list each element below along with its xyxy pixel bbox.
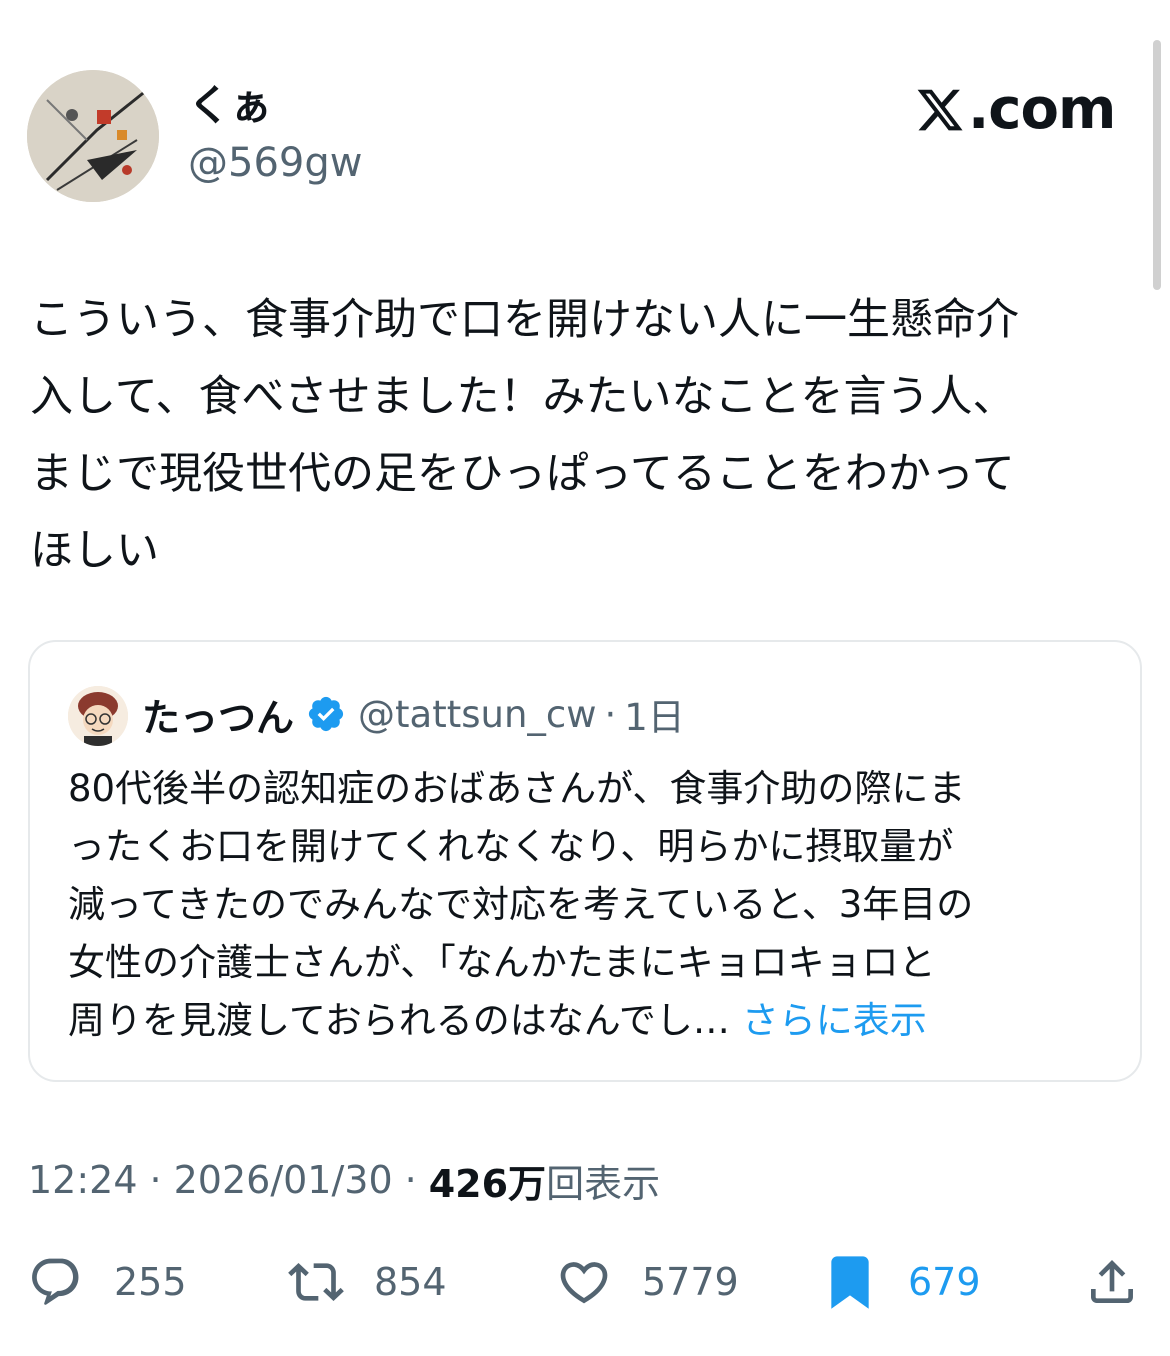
meta-separator: · [404, 1158, 417, 1202]
like-button[interactable]: 5779 [556, 1252, 739, 1312]
quoted-tweet-header: たっつん @tattsun_cw · 1日 [142, 686, 685, 742]
brand-domain: .com [968, 77, 1116, 142]
meta-separator: · [149, 1158, 162, 1202]
bookmark-button[interactable]: 679 [822, 1252, 981, 1312]
quoted-timestamp[interactable]: 1日 [624, 687, 685, 741]
retweet-count: 854 [374, 1260, 447, 1304]
show-more-link[interactable]: さらに表示 [742, 999, 927, 1042]
views-label: 回表示 [546, 1161, 661, 1206]
scrollbar[interactable] [1153, 40, 1161, 290]
bookmark-icon [831, 1256, 869, 1309]
quoted-handle[interactable]: @tattsun_cw [358, 693, 596, 736]
bookmark-count: 679 [908, 1260, 981, 1304]
x-logo-icon [917, 89, 963, 131]
heart-icon [560, 1262, 608, 1304]
retweet-icon [288, 1263, 344, 1301]
like-count: 5779 [642, 1260, 739, 1304]
quoted-display-name[interactable]: たっつん [142, 687, 294, 742]
verified-badge-icon [308, 696, 344, 732]
action-bar: 255 854 5779 679 [0, 1252, 1170, 1312]
author-display-name[interactable]: くぁ [188, 80, 272, 132]
views-count: 426万 [428, 1161, 547, 1206]
share-icon [1091, 1260, 1133, 1303]
reply-button[interactable]: 255 [28, 1252, 187, 1312]
reply-count: 255 [114, 1260, 187, 1304]
tweet-time[interactable]: 12:24 [28, 1158, 138, 1202]
author-avatar[interactable] [27, 70, 159, 202]
tweet-screenshot: くぁ @569gw .com こういう、食事介助で口を開けない人に一生懸命介 入… [0, 0, 1170, 1356]
share-button[interactable] [1084, 1252, 1140, 1312]
author-handle[interactable]: @569gw [188, 138, 362, 188]
retweet-button[interactable]: 854 [288, 1252, 447, 1312]
quoted-author-avatar[interactable] [68, 686, 128, 746]
tweet-meta: 12:24 · 2026/01/30 · 426万 回表示 [28, 1152, 660, 1208]
quoted-separator: · [604, 692, 617, 736]
tweet-date[interactable]: 2026/01/30 [174, 1158, 393, 1202]
x-brand: .com [914, 77, 1116, 142]
quoted-tweet[interactable]: たっつん @tattsun_cw · 1日 80代後半の認知症のおばあさんが、食… [28, 640, 1142, 1082]
reply-icon [32, 1258, 79, 1305]
quoted-tweet-text: 80代後半の認知症のおばあさんが、食事介助の際にま ったくお口を開けてくれなくな… [68, 760, 1118, 1050]
tweet-text: こういう、食事介助で口を開けない人に一生懸命介 入して、食べさせました！みたいな… [30, 295, 1019, 576]
